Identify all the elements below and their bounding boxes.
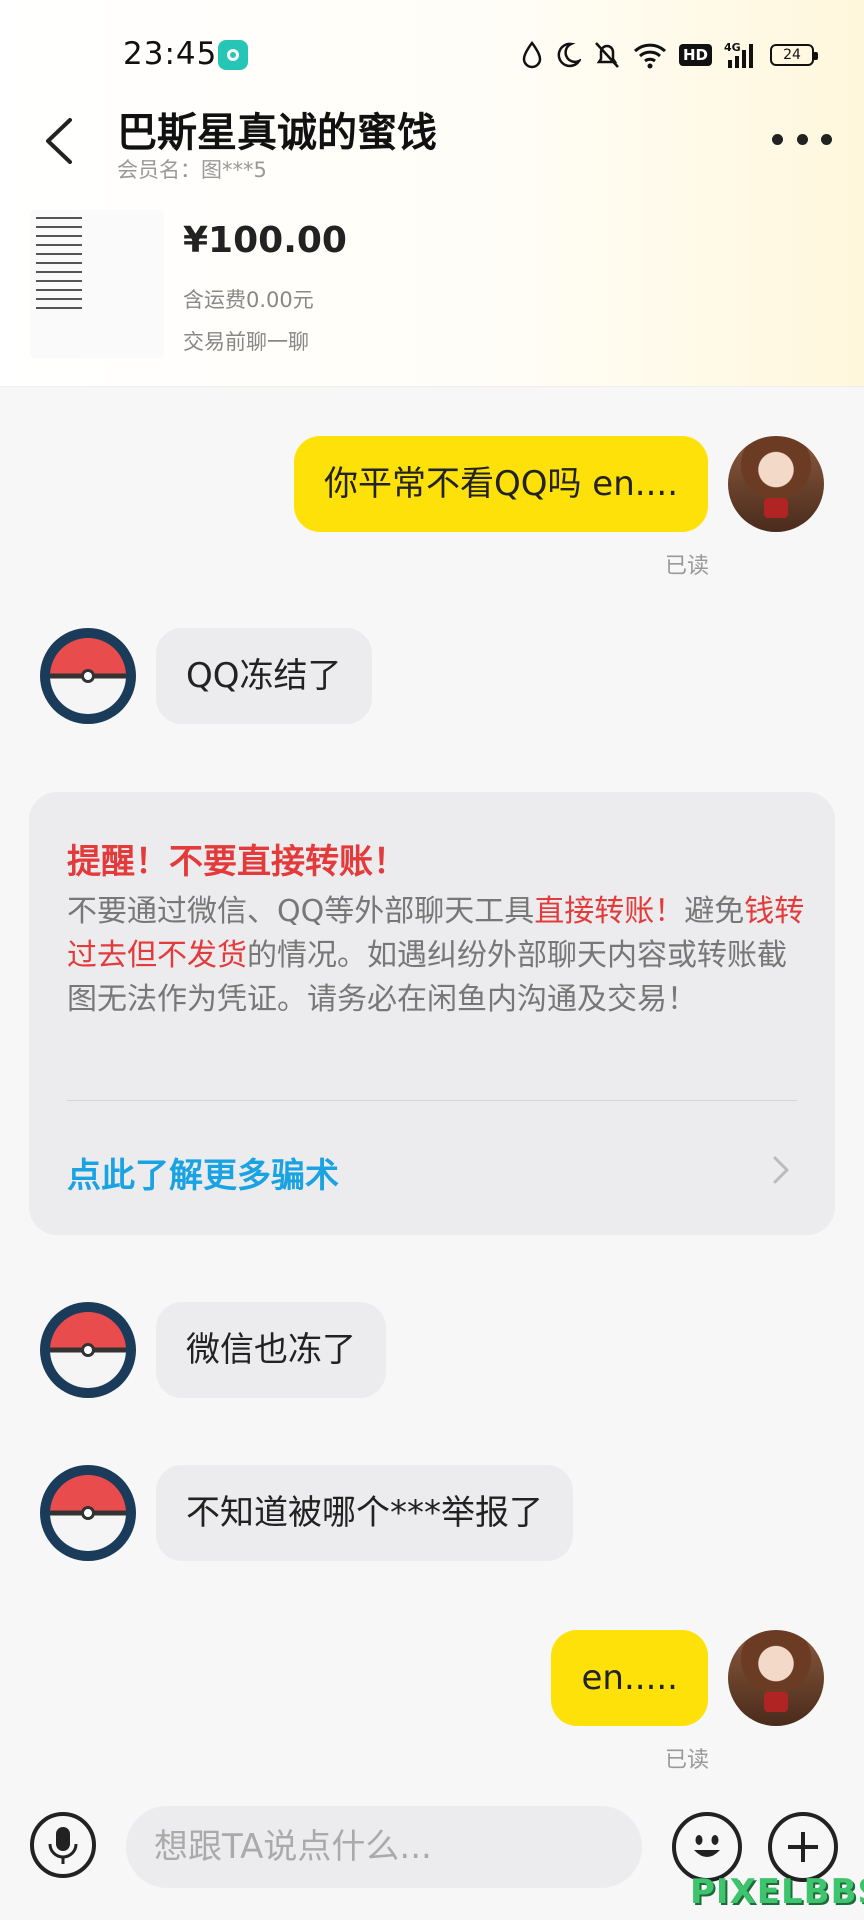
warning-body: 不要通过微信、QQ等外部聊天工具直接转账！避免钱转过去但不发货的情况。如遇纠纷外…: [67, 890, 807, 1022]
bell-mute-icon: [595, 42, 619, 68]
hd-badge: HD: [678, 44, 712, 66]
my-avatar[interactable]: [728, 436, 824, 532]
microphone-icon: [48, 1827, 78, 1864]
plus-icon: [788, 1832, 818, 1862]
dot-icon: [821, 133, 832, 145]
contact-avatar[interactable]: [40, 628, 136, 724]
contact-avatar[interactable]: [40, 1465, 136, 1561]
message-bubble-received[interactable]: 微信也冻了: [156, 1302, 386, 1398]
chat-header: 巴斯星真诚的蜜饯 会员名：图***5: [0, 100, 864, 192]
svg-text:4G: 4G: [724, 41, 741, 54]
app-notification-icon: [218, 40, 248, 70]
message-bubble-received[interactable]: QQ冻结了: [156, 628, 372, 724]
warning-text: 不要通过微信、QQ等外部聊天工具: [67, 894, 535, 929]
warning-title: 提醒！不要直接转账！: [67, 842, 407, 882]
voice-button[interactable]: [30, 1812, 96, 1878]
read-receipt: 已读: [664, 554, 709, 579]
my-avatar[interactable]: [728, 1630, 824, 1726]
dot-icon: [772, 133, 783, 145]
warning-text: 避免: [684, 894, 745, 929]
signal-icon: 4G: [724, 41, 753, 68]
warning-highlight: 直接转账！: [534, 894, 685, 929]
read-receipt: 已读: [664, 1748, 709, 1773]
battery-indicator: 24: [770, 44, 818, 66]
status-bar: 23:45 HD 4G 24: [0, 0, 864, 110]
message-bubble-sent[interactable]: 你平常不看QQ吗 en....: [293, 436, 708, 532]
moon-icon: [557, 42, 581, 68]
message-input[interactable]: [126, 1806, 642, 1888]
emoji-icon: [694, 1835, 720, 1857]
drop-icon: [522, 41, 542, 69]
message-bubble-received[interactable]: 不知道被哪个***举报了: [156, 1465, 573, 1561]
wifi-icon: [633, 43, 667, 69]
watermark: PIXELBBS: [690, 1872, 864, 1912]
product-thumbnail[interactable]: [30, 210, 164, 358]
message-bubble-sent[interactable]: en.....: [551, 1630, 708, 1726]
status-icons: HD 4G 24: [521, 38, 818, 72]
shipping-info: 含运费0.00元: [183, 288, 314, 312]
learn-more-link[interactable]: 点此了解更多骗术: [67, 1148, 339, 1197]
member-name: 会员名：图***5: [117, 158, 267, 182]
chevron-right-icon[interactable]: [769, 1154, 791, 1186]
contact-avatar[interactable]: [40, 1302, 136, 1398]
product-card[interactable]: ¥100.00 含运费0.00元 交易前聊一聊: [0, 198, 864, 387]
product-price: ¥100.00: [183, 220, 347, 261]
page-title: 巴斯星真诚的蜜饯: [117, 110, 437, 156]
back-icon[interactable]: [40, 116, 80, 166]
chat-hint: 交易前聊一聊: [183, 330, 309, 354]
status-time: 23:45: [123, 36, 218, 72]
transfer-warning-card: 提醒！不要直接转账！ 不要通过微信、QQ等外部聊天工具直接转账！避免钱转过去但不…: [29, 792, 835, 1235]
dot-icon: [796, 133, 808, 145]
more-options-button[interactable]: [772, 124, 832, 154]
divider: [67, 1100, 797, 1101]
